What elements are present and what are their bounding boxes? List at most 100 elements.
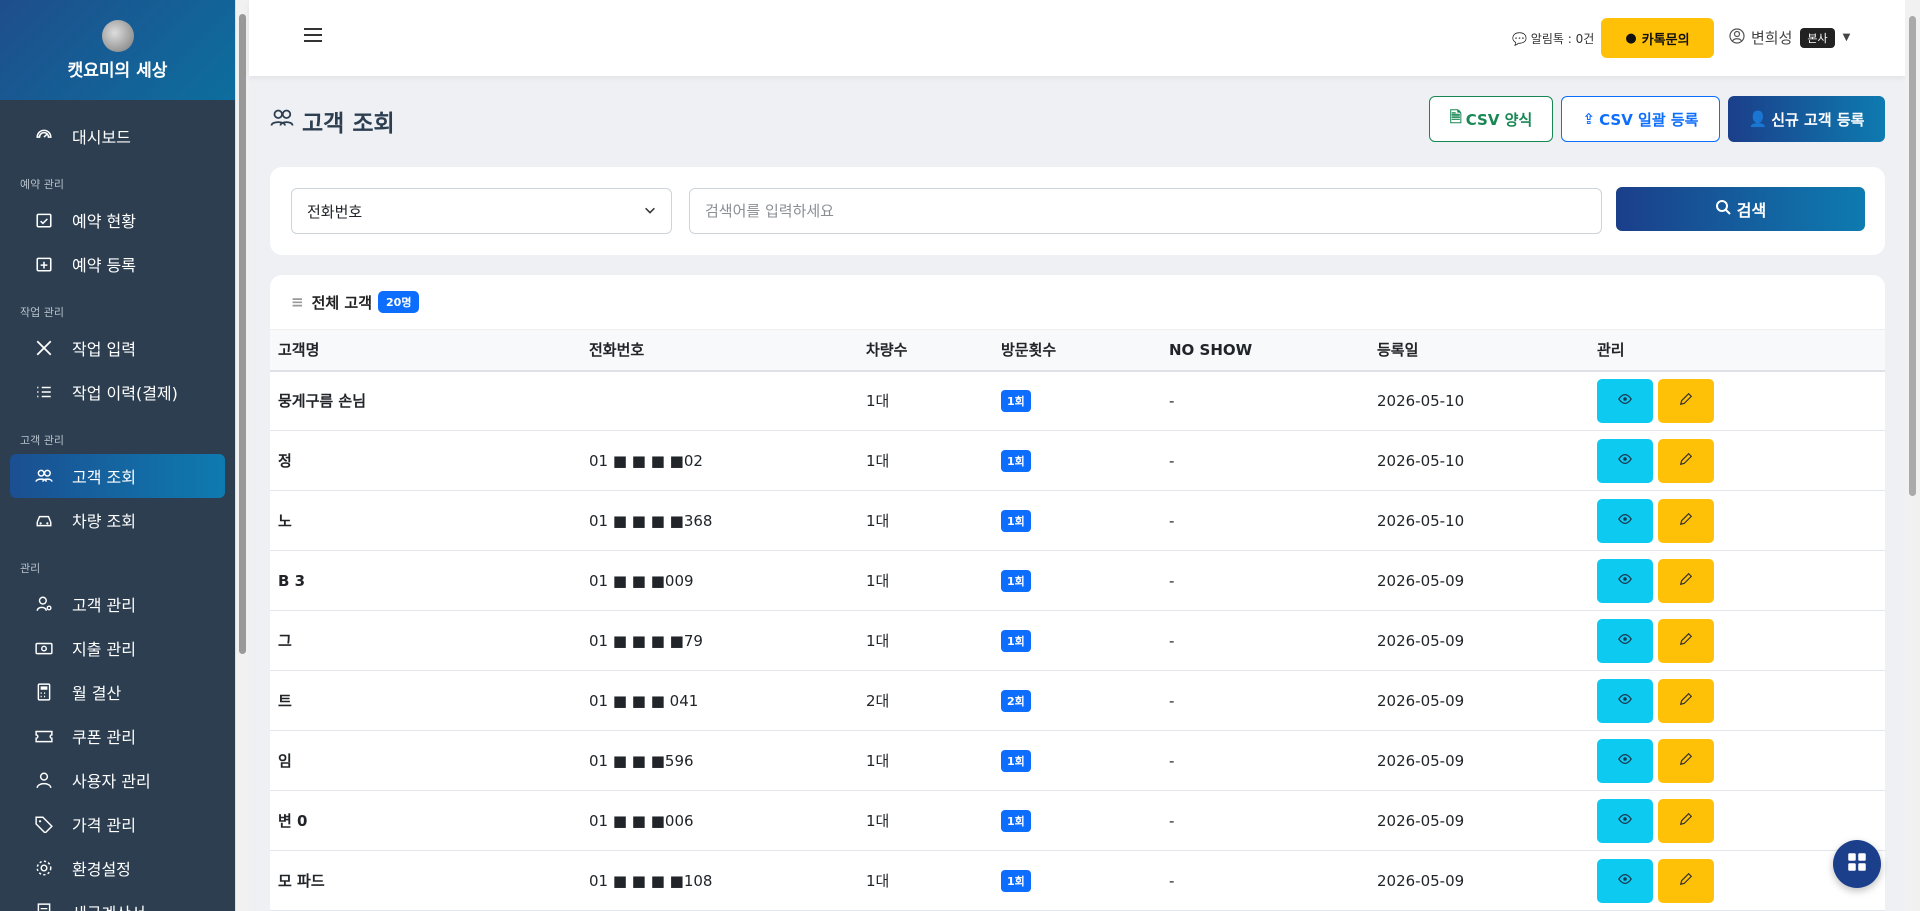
table-row[interactable]: 트 01 ■ ■ ■ 041 2대 2회 - 2026-05-09 bbox=[270, 670, 1885, 731]
column-header[interactable]: 등록일 bbox=[1369, 329, 1589, 372]
view-button[interactable] bbox=[1597, 378, 1653, 423]
sidebar-item-settings[interactable]: 환경설정 bbox=[10, 846, 225, 890]
table-row[interactable]: 모 파드 01 ■ ■ ■ ■108 1대 1회 - 2026-05-09 bbox=[270, 850, 1885, 911]
eye-icon bbox=[1618, 632, 1632, 650]
scrollbar-thumb[interactable] bbox=[1909, 16, 1916, 496]
sidebar-item-user-manage[interactable]: 사용자 관리 bbox=[10, 758, 225, 802]
csv-bulk-upload-button[interactable]: ⇪ CSV 일괄 등록 bbox=[1561, 96, 1720, 142]
edit-button[interactable] bbox=[1658, 498, 1714, 543]
noshow-count: - bbox=[1169, 451, 1175, 470]
search-card: 전화번호 검색 bbox=[270, 167, 1885, 255]
column-header[interactable]: 방문횟수 bbox=[993, 329, 1161, 372]
actions-cell bbox=[1589, 550, 1885, 611]
view-button[interactable] bbox=[1597, 558, 1653, 603]
noshow-count: - bbox=[1169, 871, 1175, 890]
visit-count-cell: 1회 bbox=[993, 610, 1161, 671]
noshow-count: - bbox=[1169, 571, 1175, 590]
sidebar-item-customer-manage[interactable]: 고객 관리 bbox=[10, 582, 225, 626]
registration-date-cell: 2026-05-09 bbox=[1369, 850, 1589, 911]
menu-toggle-icon[interactable] bbox=[304, 28, 322, 46]
visit-count: 1회 bbox=[1001, 449, 1031, 472]
vehicle-count: 1대 bbox=[866, 812, 890, 830]
sidebar-item-reservation-register[interactable]: 예약 등록 bbox=[10, 242, 225, 286]
edit-button[interactable] bbox=[1658, 438, 1714, 483]
edit-button[interactable] bbox=[1658, 378, 1714, 423]
registration-date: 2026-05-09 bbox=[1377, 631, 1465, 650]
view-button[interactable] bbox=[1597, 738, 1653, 783]
table-row[interactable]: 노 01 ■ ■ ■ ■368 1대 1회 - 2026-05-10 bbox=[270, 490, 1885, 551]
view-button[interactable] bbox=[1597, 618, 1653, 663]
edit-button[interactable] bbox=[1658, 558, 1714, 603]
receipt-icon bbox=[34, 902, 54, 911]
column-header[interactable]: NO SHOW bbox=[1161, 329, 1369, 372]
search-field-select[interactable]: 전화번호 bbox=[291, 188, 672, 234]
sidebar-item-price-manage[interactable]: 가격 관리 bbox=[10, 802, 225, 846]
view-button[interactable] bbox=[1597, 438, 1653, 483]
sidebar-item-coupon-manage[interactable]: 쿠폰 관리 bbox=[10, 714, 225, 758]
table-heading-text: 전체 고객 bbox=[311, 293, 373, 312]
sidebar-item-reservation-status[interactable]: 예약 현황 bbox=[10, 198, 225, 242]
sidebar: 캣요미의 세상 대시보드 예약 관리 예약 현황 예약 등록 작업 관리 작업 … bbox=[0, 0, 235, 911]
edit-button[interactable] bbox=[1658, 798, 1714, 843]
vehicle-count-cell: 1대 bbox=[858, 790, 993, 851]
view-button[interactable] bbox=[1597, 678, 1653, 723]
sidebar-item-tax-invoice[interactable]: 세금계산서 bbox=[10, 890, 225, 911]
table-row[interactable]: 정 01 ■ ■ ■ ■02 1대 1회 - 2026-05-10 bbox=[270, 430, 1885, 491]
edit-button[interactable] bbox=[1658, 738, 1714, 783]
view-button[interactable] bbox=[1597, 498, 1653, 543]
kakao-inquiry-button[interactable]: ● 카톡문의 bbox=[1601, 18, 1714, 58]
edit-button[interactable] bbox=[1658, 618, 1714, 663]
user-branch-badge: 본사 bbox=[1800, 27, 1835, 48]
phone-number: 01 ■ ■ ■ ■108 bbox=[589, 871, 713, 890]
sidebar-item-monthly-settlement[interactable]: 월 결산 bbox=[10, 670, 225, 714]
sidebar-scrollbar[interactable] bbox=[235, 0, 249, 911]
noshow-count-cell: - bbox=[1161, 550, 1369, 611]
brand[interactable]: 캣요미의 세상 bbox=[0, 0, 235, 100]
column-header[interactable]: 고객명 bbox=[270, 329, 581, 372]
edit-button[interactable] bbox=[1658, 858, 1714, 903]
table-row[interactable]: B 3 01 ■ ■ ■009 1대 1회 - 2026-05-09 bbox=[270, 550, 1885, 611]
user-menu[interactable]: 변희성 본사 ▼ bbox=[1729, 27, 1850, 48]
sidebar-item-customer-search[interactable]: 고객 조회 bbox=[10, 454, 225, 498]
sidebar-item-expense-manage[interactable]: 지출 관리 bbox=[10, 626, 225, 670]
sidebar-item-dashboard[interactable]: 대시보드 bbox=[10, 114, 225, 158]
noshow-count-cell: - bbox=[1161, 610, 1369, 671]
table-row[interactable]: 임 01 ■ ■ ■596 1대 1회 - 2026-05-09 bbox=[270, 730, 1885, 791]
customer-name: 변 0 bbox=[278, 812, 308, 830]
page-scrollbar[interactable] bbox=[1905, 0, 1920, 911]
pencil-icon bbox=[1679, 692, 1693, 710]
customer-count-badge: 20명 bbox=[378, 291, 420, 313]
new-customer-label: 신규 고객 등록 bbox=[1771, 110, 1865, 129]
sidebar-item-vehicle-search[interactable]: 차량 조회 bbox=[10, 498, 225, 542]
edit-button[interactable] bbox=[1658, 678, 1714, 723]
list-check-icon bbox=[34, 382, 54, 402]
view-button[interactable] bbox=[1597, 858, 1653, 903]
column-header[interactable]: 차량수 bbox=[858, 329, 993, 372]
quick-menu-button[interactable] bbox=[1833, 840, 1881, 888]
alert-status: 💬 알림톡 : 0건 bbox=[1512, 30, 1594, 47]
table-row[interactable]: 변 0 01 ■ ■ ■006 1대 1회 - 2026-05-09 bbox=[270, 790, 1885, 851]
noshow-count: - bbox=[1169, 631, 1175, 650]
table-row[interactable]: 뭉게구름 손님 1대 1회 - 2026-05-10 bbox=[270, 370, 1885, 431]
noshow-count: - bbox=[1169, 811, 1175, 830]
sidebar-item-work-input[interactable]: 작업 입력 bbox=[10, 326, 225, 370]
visit-count: 1회 bbox=[1001, 629, 1031, 652]
sidebar-item-label: 작업 입력 bbox=[72, 340, 136, 359]
table-row[interactable]: 그 01 ■ ■ ■ ■79 1대 1회 - 2026-05-09 bbox=[270, 610, 1885, 671]
eye-icon bbox=[1618, 872, 1632, 890]
customer-name: 모 파드 bbox=[278, 872, 325, 890]
noshow-count-cell: - bbox=[1161, 670, 1369, 731]
scrollbar-thumb[interactable] bbox=[239, 14, 246, 654]
search-field-value: 전화번호 bbox=[307, 202, 363, 221]
new-customer-button[interactable]: 👤 신규 고객 등록 bbox=[1728, 96, 1885, 142]
column-header[interactable]: 전화번호 bbox=[581, 329, 858, 372]
sidebar-item-label: 고객 조회 bbox=[72, 468, 136, 487]
actions-cell bbox=[1589, 790, 1885, 851]
search-button[interactable]: 검색 bbox=[1616, 187, 1865, 231]
sidebar-item-work-history[interactable]: 작업 이력(결제) bbox=[10, 370, 225, 414]
view-button[interactable] bbox=[1597, 798, 1653, 843]
search-icon bbox=[1715, 199, 1731, 219]
csv-template-button[interactable]: 🗎 CSV 양식 bbox=[1429, 96, 1553, 142]
search-input[interactable] bbox=[689, 188, 1602, 234]
vehicle-count-cell: 1대 bbox=[858, 850, 993, 911]
